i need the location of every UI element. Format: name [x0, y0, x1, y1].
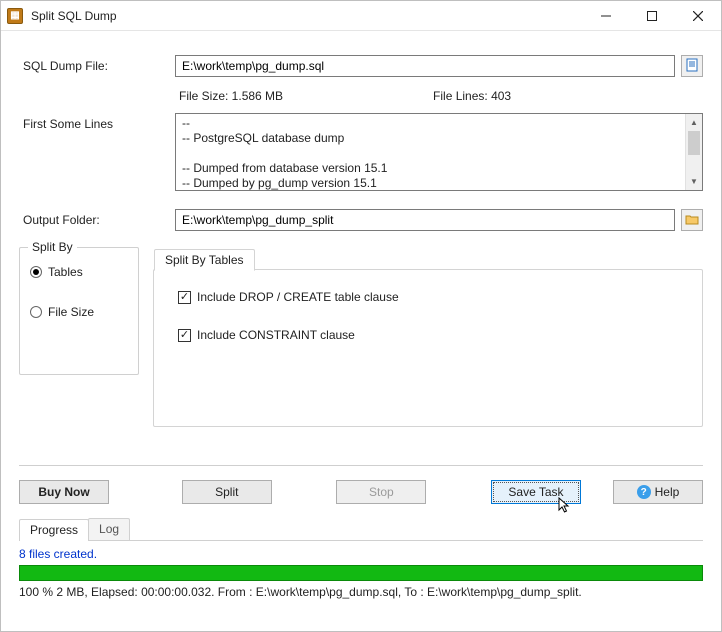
minimize-button[interactable]: [583, 1, 629, 30]
app-window: ▦ Split SQL Dump SQL Dump File:: [0, 0, 722, 632]
progress-message: 8 files created.: [19, 545, 703, 565]
tab-log[interactable]: Log: [88, 518, 130, 540]
output-folder-label: Output Folder:: [19, 213, 159, 227]
tab-progress[interactable]: Progress: [19, 519, 89, 541]
cursor-icon: [558, 497, 572, 518]
include-drop-label: Include DROP / CREATE table clause: [197, 290, 399, 304]
window-title: Split SQL Dump: [31, 9, 117, 23]
radio-filesize[interactable]: File Size: [22, 292, 136, 332]
dump-file-label: SQL Dump File:: [19, 59, 159, 73]
output-folder-input[interactable]: [175, 209, 675, 231]
help-icon: ?: [637, 485, 651, 499]
browse-file-button[interactable]: [681, 55, 703, 77]
file-icon: [685, 58, 699, 75]
radio-filesize-indicator: [30, 306, 42, 318]
split-by-group: Split By Tables File Size: [19, 247, 139, 375]
file-lines-label: File Lines: 403: [433, 89, 511, 103]
include-constraint-checkbox[interactable]: [178, 329, 191, 342]
maximize-button[interactable]: [629, 1, 675, 30]
options-tab-panel: Split By Tables Include DROP / CREATE ta…: [153, 269, 703, 427]
help-button[interactable]: ? Help: [613, 480, 703, 504]
preview-scrollbar[interactable]: ▲ ▼: [685, 114, 702, 190]
split-button[interactable]: Split: [182, 480, 272, 504]
save-task-button[interactable]: Save Task: [491, 480, 581, 504]
buy-now-button[interactable]: Buy Now: [19, 480, 109, 504]
radio-tables[interactable]: Tables: [22, 252, 136, 292]
preview-box[interactable]: -- -- PostgreSQL database dump -- Dumped…: [175, 113, 703, 191]
app-icon: ▦: [7, 8, 23, 24]
first-lines-label: First Some Lines: [19, 113, 159, 191]
preview-text: -- -- PostgreSQL database dump -- Dumped…: [176, 114, 702, 191]
browse-folder-button[interactable]: [681, 209, 703, 231]
scroll-up-arrow[interactable]: ▲: [686, 114, 702, 131]
dump-file-input[interactable]: [175, 55, 675, 77]
scroll-thumb[interactable]: [688, 131, 700, 155]
include-constraint-label: Include CONSTRAINT clause: [197, 328, 355, 342]
stop-button: Stop: [336, 480, 426, 504]
titlebar: ▦ Split SQL Dump: [1, 1, 721, 31]
radio-filesize-label: File Size: [48, 305, 94, 319]
include-drop-row[interactable]: Include DROP / CREATE table clause: [178, 290, 678, 304]
include-drop-checkbox[interactable]: [178, 291, 191, 304]
progress-bar: [19, 565, 703, 581]
client-area: SQL Dump File: File Size: 1.586 MB File …: [1, 31, 721, 631]
radio-tables-indicator: [30, 266, 42, 278]
include-constraint-row[interactable]: Include CONSTRAINT clause: [178, 328, 678, 342]
folder-icon: [685, 213, 699, 228]
radio-tables-label: Tables: [48, 265, 83, 279]
close-button[interactable]: [675, 1, 721, 30]
status-line: 100 % 2 MB, Elapsed: 00:00:00.032. From …: [19, 581, 703, 603]
scroll-down-arrow[interactable]: ▼: [686, 173, 702, 190]
tab-split-by-tables[interactable]: Split By Tables: [154, 249, 255, 271]
progress-area: 8 files created. 100 % 2 MB, Elapsed: 00…: [19, 541, 703, 603]
file-size-label: File Size: 1.586 MB: [179, 89, 283, 103]
split-by-title: Split By: [28, 240, 77, 254]
